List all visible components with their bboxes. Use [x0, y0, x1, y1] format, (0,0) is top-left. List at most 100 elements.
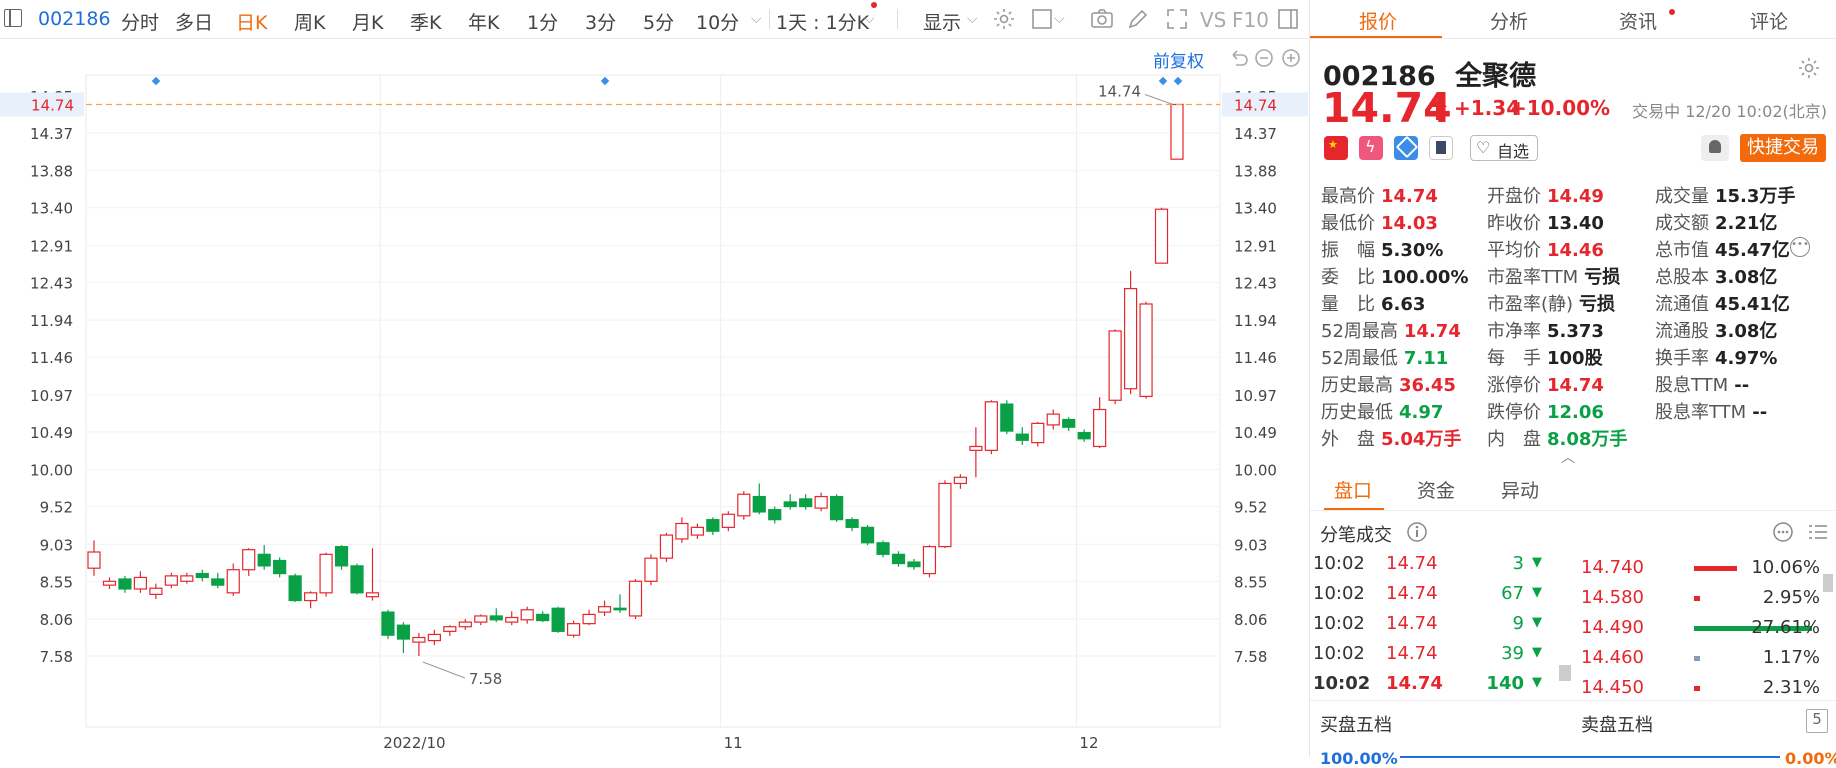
price-tick-right: 10.00	[1234, 462, 1277, 480]
vs-button[interactable]: VS	[1200, 8, 1226, 32]
quote-field-label: 最低价	[1321, 213, 1375, 234]
square-icon[interactable]	[1030, 7, 1054, 31]
market-cap-more-icon[interactable]: •••	[1790, 237, 1810, 257]
quote-field-label: 历史最低	[1321, 402, 1393, 423]
period-weekly[interactable]: 周K	[294, 8, 325, 35]
price-tick-right: 10.49	[1234, 424, 1277, 442]
candle-body	[396, 624, 411, 640]
quote-field-value: --	[1734, 375, 1750, 396]
quote-field-value: 45.47亿	[1715, 240, 1790, 261]
candle	[845, 517, 859, 532]
display-menu[interactable]: 显示	[923, 8, 961, 35]
more-icon[interactable]	[1772, 521, 1794, 543]
active-subtab-indicator	[1324, 508, 1384, 510]
candle-body	[907, 561, 921, 568]
tab-news[interactable]: 资讯	[1619, 7, 1657, 34]
candle	[582, 609, 596, 626]
chevron-down-icon[interactable]: ⌵	[1054, 11, 1065, 27]
tab-unusual[interactable]: 异动	[1501, 476, 1539, 503]
period-fenshi[interactable]: 分时	[121, 8, 159, 35]
price-tick-right: 11.94	[1234, 312, 1277, 330]
tab-comments[interactable]: 评论	[1750, 7, 1788, 34]
period-10min[interactable]: 10分	[696, 8, 739, 35]
candle-body	[257, 553, 271, 567]
quote-field-label: 换手率	[1655, 348, 1709, 369]
quote-field: 历史最高 36.45	[1321, 371, 1456, 397]
quote-field-value: 14.74	[1547, 375, 1604, 396]
tab-analysis[interactable]: 分析	[1490, 7, 1528, 34]
alert-bell-icon[interactable]	[1701, 135, 1729, 161]
lightning-icon[interactable]: ϟ	[1359, 136, 1383, 160]
dist-price: 14.580	[1581, 587, 1644, 608]
candle	[443, 625, 457, 636]
panel-toggle-icon[interactable]	[1276, 7, 1300, 31]
quote-field-value: 3.08亿	[1715, 267, 1778, 288]
candle	[721, 511, 735, 532]
pencil-icon[interactable]	[1126, 7, 1150, 31]
candle-body	[180, 575, 194, 582]
quote-field-value: 7.11	[1403, 348, 1449, 369]
stock-code[interactable]: 002186	[38, 8, 111, 30]
add-watchlist-button[interactable]: ♡ 自选	[1470, 135, 1538, 161]
tag-icon[interactable]	[1394, 135, 1419, 160]
adjust-button[interactable]: 前复权	[1153, 47, 1204, 72]
candle-body	[567, 623, 581, 636]
period-3min[interactable]: 3分	[585, 8, 616, 35]
settings-icon[interactable]	[992, 7, 1016, 31]
candle-body	[149, 587, 163, 595]
bookmark-icon[interactable]	[1429, 136, 1453, 160]
candle-body	[520, 609, 534, 621]
price-tick-right: 11.46	[1234, 349, 1277, 367]
period-5min[interactable]: 5分	[643, 8, 674, 35]
quote-field-label: 市盈率(静)	[1487, 294, 1574, 315]
kline-svg[interactable]: 14.8514.8514.3714.3713.8813.8813.4013.40…	[0, 39, 1308, 757]
candles	[87, 103, 1184, 656]
candle	[907, 558, 921, 570]
quote-field: 开盘价 14.49	[1487, 182, 1604, 208]
period-1min[interactable]: 1分	[527, 8, 558, 35]
candle-body	[489, 615, 503, 621]
max-price-annotation: 14.74	[1098, 82, 1141, 100]
candle	[489, 608, 503, 623]
quote-field-label: 市净率	[1487, 321, 1541, 342]
f10-button[interactable]: F10	[1232, 8, 1269, 32]
candle	[551, 606, 565, 633]
price-tick-left: 10.00	[30, 462, 73, 480]
scrollbar[interactable]	[1823, 574, 1833, 592]
undo-icon[interactable]	[1228, 47, 1250, 69]
period-monthly[interactable]: 月K	[352, 8, 383, 35]
kline-chart[interactable]: 14.8514.8514.3714.3713.8813.8813.4013.40…	[0, 39, 1308, 757]
zoom-out-icon[interactable]	[1253, 47, 1275, 69]
period-yearly[interactable]: 年K	[468, 8, 499, 35]
period-daily[interactable]: 日K	[236, 8, 267, 35]
list-icon[interactable]	[1807, 521, 1829, 543]
quick-trade-button[interactable]: 快捷交易	[1740, 134, 1826, 162]
order-book-header: 买盘五档 卖盘五档 5 100.00% 0.00%	[1310, 700, 1836, 768]
tab-quote[interactable]: 报价	[1359, 7, 1397, 34]
quote-field-label: 股息TTM	[1655, 375, 1729, 396]
buy-five-label: 买盘五档	[1320, 715, 1392, 736]
fullscreen-icon[interactable]	[1165, 7, 1189, 31]
candle-body	[675, 522, 689, 540]
event-marker	[1173, 76, 1183, 86]
candle-body	[891, 553, 906, 565]
price-tick-left: 13.88	[30, 163, 73, 181]
quote-field-label: 最高价	[1321, 186, 1375, 207]
zoom-in-icon[interactable]	[1280, 47, 1302, 69]
sidebar-toggle-icon[interactable]	[4, 9, 22, 27]
tab-pankou[interactable]: 盘口	[1334, 476, 1372, 503]
price-tick-left: 8.55	[40, 573, 73, 591]
period-quarterly[interactable]: 季K	[410, 8, 441, 35]
range-select[interactable]: 1天 : 1分K	[776, 8, 869, 35]
chevron-down-icon[interactable]: ⌵	[751, 11, 762, 27]
period-duori[interactable]: 多日	[175, 8, 213, 35]
info-icon[interactable]	[1406, 521, 1428, 543]
page-count[interactable]: 5	[1806, 709, 1828, 733]
tab-capital[interactable]: 资金	[1417, 476, 1455, 503]
settings-icon[interactable]	[1797, 56, 1821, 80]
candle	[520, 606, 534, 624]
quote-field-value: 12.06	[1547, 402, 1604, 423]
candle	[597, 600, 612, 616]
camera-icon[interactable]	[1090, 7, 1114, 31]
candle	[830, 494, 844, 522]
